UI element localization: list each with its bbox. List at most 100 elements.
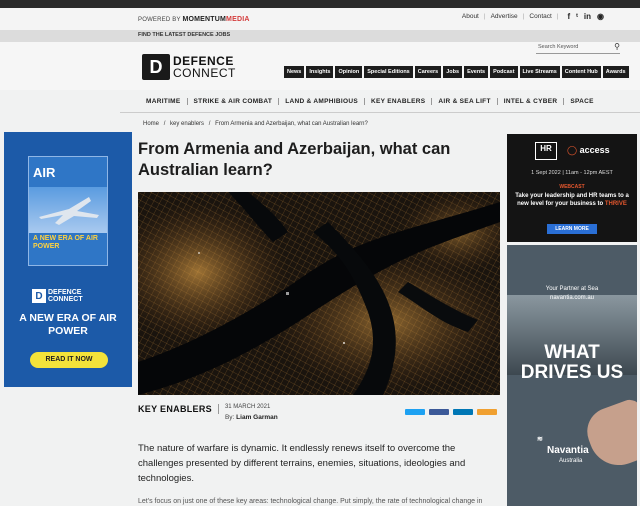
- logo-words: DEFENCE CONNECT: [173, 55, 236, 79]
- webcast-text-accent: THRIVE: [604, 201, 627, 207]
- brand-accent: MEDIA: [226, 16, 250, 23]
- nav-land-amphibious[interactable]: LAND & AMPHIBIOUS: [279, 97, 365, 105]
- nav-strike-air-combat[interactable]: STRIKE & AIR COMBAT: [188, 97, 280, 105]
- search-placeholder[interactable]: Search Keyword: [538, 44, 578, 50]
- momentum-media-logo[interactable]: MOMENTUMMEDIA: [182, 16, 249, 23]
- ad-logo-line1: DEFENCE: [48, 289, 82, 296]
- nav-insights[interactable]: Insights: [306, 66, 334, 78]
- ad-logo-line2: CONNECT: [48, 296, 83, 303]
- breadcrumb-home[interactable]: Home: [143, 121, 159, 127]
- article-body: Let's focus on just one of these key are…: [138, 498, 483, 505]
- top-links: About | Advertise | Contact | f ᵗ in ◉: [462, 12, 604, 21]
- nav-air-sea-lift[interactable]: AIR & SEA LIFT: [432, 97, 498, 105]
- social-icons: f ᵗ in ◉: [568, 12, 605, 21]
- access-logo: ◯ access: [567, 145, 610, 156]
- byline-prefix: By:: [224, 414, 235, 421]
- facebook-icon[interactable]: f: [568, 12, 571, 21]
- divider: [120, 112, 640, 113]
- nav-maritime[interactable]: MARITIME: [140, 97, 188, 105]
- city-night-satellite-image: [138, 192, 500, 395]
- learn-more-button[interactable]: LEARN MORE: [547, 224, 597, 234]
- nav-news[interactable]: News: [284, 66, 305, 78]
- navantia-tagline: Your Partner at Sea navantia.com.au: [507, 285, 637, 303]
- ad-logo-mark: D: [32, 289, 46, 303]
- powered-by-label: POWERED BY: [138, 17, 181, 23]
- category-nav: News Insights Opinion Special Editions C…: [284, 66, 629, 78]
- header: D DEFENCE CONNECT Search Keyword ⚲ News …: [0, 42, 640, 90]
- article-category[interactable]: KEY ENABLERS: [138, 404, 219, 414]
- advertise-link[interactable]: Advertise: [491, 13, 518, 20]
- partner-text: Your Partner at Sea: [545, 286, 599, 292]
- article-lead: The nature of warfare is dynamic. It end…: [138, 443, 466, 484]
- nav-live-streams[interactable]: Live Streams: [519, 66, 560, 78]
- access-circle-icon: ◯: [567, 145, 578, 155]
- ad-logo-text: DEFENCE CONNECT: [48, 289, 83, 303]
- ad-left[interactable]: AIR A NEW ERA OF AIR POWER D DEFENCE CON…: [4, 132, 132, 387]
- top-bar: POWERED BY MOMENTUMMEDIA About | Adverti…: [0, 8, 640, 30]
- linkedin-icon[interactable]: in: [584, 12, 591, 21]
- magazine-cover-text: A NEW ERA OF AIR POWER: [33, 235, 98, 250]
- browser-screen: POWERED BY MOMENTUMMEDIA About | Adverti…: [0, 0, 640, 506]
- main-nav: MARITIME STRIKE & AIR COMBAT LAND & AMPH…: [140, 92, 640, 110]
- hero-image: [138, 192, 500, 395]
- article-date: 31 MARCH 2021: [224, 404, 271, 410]
- magazine-cover: AIR A NEW ERA OF AIR POWER: [28, 156, 108, 266]
- nav-events[interactable]: Events: [464, 66, 489, 78]
- defence-connect-logo[interactable]: D DEFENCE CONNECT: [142, 54, 236, 80]
- read-it-now-button[interactable]: READ IT NOW: [30, 352, 108, 368]
- magazine-name: AIR: [33, 165, 56, 180]
- nav-space[interactable]: SPACE: [564, 98, 599, 105]
- share-twitter-button[interactable]: [405, 409, 425, 415]
- nav-intel-cyber[interactable]: INTEL & CYBER: [498, 97, 565, 105]
- cover-sky: [29, 187, 107, 233]
- byline: By: Liam Garman: [225, 414, 278, 421]
- nav-opinion[interactable]: Opinion: [335, 66, 363, 78]
- hand-image: [580, 396, 637, 474]
- logo-line2: CONNECT: [173, 66, 236, 80]
- author-link[interactable]: Liam Garman: [236, 414, 278, 421]
- webcast-date: 1 Sept 2022 | 11am - 12pm AEST: [531, 170, 613, 176]
- ad-right-navantia[interactable]: Your Partner at Sea navantia.com.au WHAT…: [507, 245, 637, 506]
- article-meta: KEY ENABLERS 31 MARCH 2021 By: Liam Garm…: [138, 404, 278, 421]
- ad-logo: D DEFENCE CONNECT: [32, 289, 83, 303]
- brand-text: MOMENTUM: [182, 16, 227, 23]
- webcast-text: Take your leadership and HR teams to a n…: [515, 192, 629, 208]
- nav-content-hub[interactable]: Content Hub: [561, 66, 601, 78]
- search-icon[interactable]: ⚲: [614, 42, 620, 51]
- navantia-brand: Navantia: [547, 445, 589, 456]
- jobs-bar-label[interactable]: FIND THE LATEST DEFENCE JOBS: [138, 32, 230, 38]
- powered-by: POWERED BY MOMENTUMMEDIA: [138, 16, 250, 23]
- twitter-icon[interactable]: ᵗ: [576, 12, 578, 21]
- logo-mark: D: [142, 54, 170, 80]
- jobs-bar[interactable]: FIND THE LATEST DEFENCE JOBS: [0, 30, 640, 42]
- breadcrumb-sep: /: [163, 121, 166, 127]
- separator: |: [556, 13, 559, 20]
- monitor-bezel: [0, 0, 640, 8]
- separator: |: [522, 13, 525, 20]
- nav-podcast[interactable]: Podcast: [490, 66, 518, 78]
- navantia-headline: WHAT DRIVES US: [520, 342, 624, 383]
- about-link[interactable]: About: [462, 13, 479, 20]
- breadcrumb-section[interactable]: key enablers: [170, 121, 204, 127]
- ad-headline: A NEW ERA OF AIR POWER: [19, 312, 117, 337]
- nav-careers[interactable]: Careers: [414, 66, 442, 78]
- share-email-button[interactable]: [477, 409, 497, 415]
- share-linkedin-button[interactable]: [453, 409, 473, 415]
- navantia-country: Australia: [559, 458, 583, 464]
- navantia-logo-icon: ≋: [537, 436, 543, 443]
- webcast-label: WEBCAST: [559, 184, 585, 190]
- nav-awards[interactable]: Awards: [602, 66, 629, 78]
- share-facebook-button[interactable]: [429, 409, 449, 415]
- access-text: access: [579, 145, 610, 155]
- navantia-url: navantia.com.au: [549, 295, 595, 301]
- nav-special-editions[interactable]: Special Editions: [364, 66, 413, 78]
- nav-jobs[interactable]: Jobs: [443, 66, 463, 78]
- ad-right-webcast[interactable]: HR ◯ access 1 Sept 2022 | 11am - 12pm AE…: [507, 134, 637, 242]
- instagram-icon[interactable]: ◉: [597, 12, 604, 21]
- nav-key-enablers[interactable]: KEY ENABLERS: [365, 97, 433, 105]
- share-buttons: [405, 409, 497, 415]
- breadcrumb: Home / key enablers / From Armenia and A…: [143, 121, 371, 127]
- contact-link[interactable]: Contact: [529, 13, 551, 20]
- search-field[interactable]: Search Keyword ⚲: [536, 42, 620, 54]
- breadcrumb-sep: /: [208, 121, 211, 127]
